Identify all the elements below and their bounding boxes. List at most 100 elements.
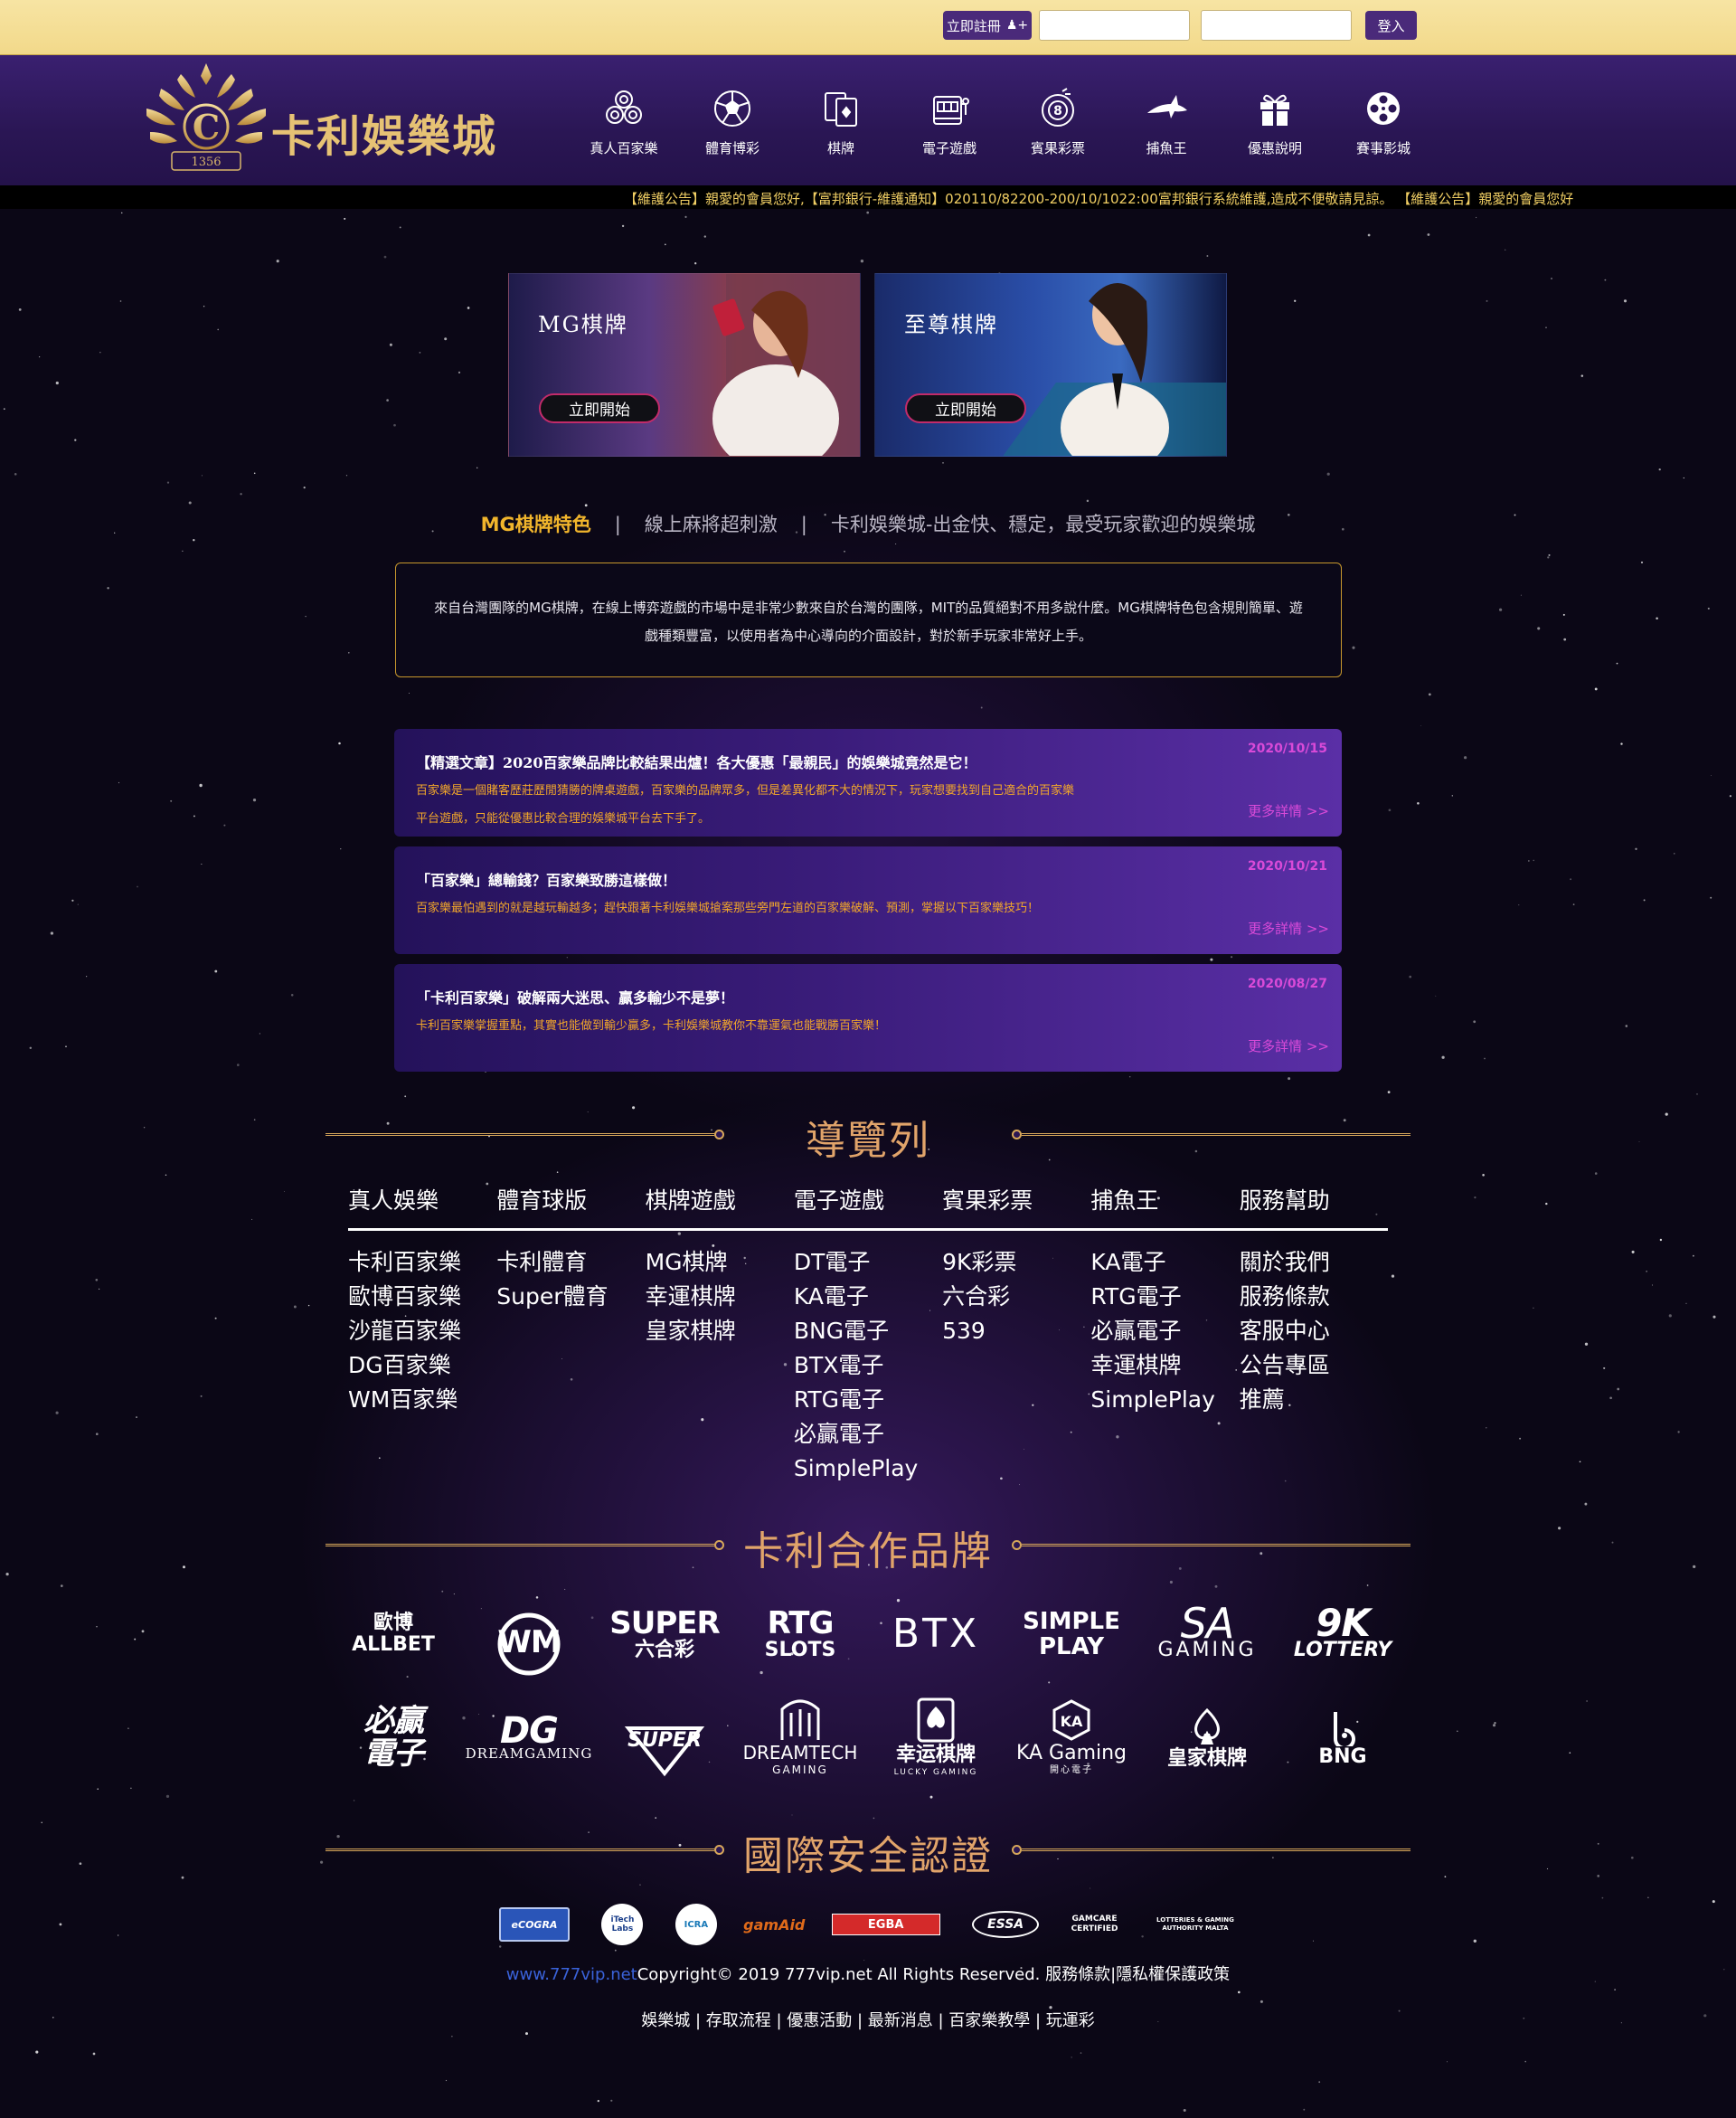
star (5, 1572, 9, 1576)
star (1303, 2108, 1306, 2111)
star (444, 337, 448, 341)
more-details-link[interactable]: 更多詳情 >> (1248, 1036, 1329, 1055)
sitemap-link[interactable]: 公告專區 (1240, 1348, 1388, 1383)
sitemap-link[interactable]: 關於我們 (1240, 1245, 1388, 1280)
brand-logo-rtg: RTG SLOTS (732, 1589, 868, 1679)
nav-sports[interactable]: 體育博彩 (678, 86, 787, 167)
site-link[interactable]: www.777vip.net (506, 1965, 637, 1984)
section-title: 國際安全認證 (743, 1833, 993, 1879)
nav-promotions[interactable]: 優惠說明 (1221, 86, 1329, 167)
sitemap-link[interactable]: 歐博百家樂 (348, 1280, 496, 1314)
star (1492, 1724, 1496, 1727)
star (445, 2079, 448, 2082)
sitemap-link[interactable]: SimplePlay (1090, 1383, 1239, 1417)
sitemap-link[interactable]: 必贏電子 (794, 1417, 942, 1451)
sitemap-link[interactable]: KA電子 (794, 1280, 942, 1314)
star (383, 255, 387, 259)
sitemap-link[interactable]: RTG電子 (1090, 1280, 1239, 1314)
nav-slots[interactable]: 電子遊戲 (895, 86, 1004, 167)
sitemap-link[interactable]: 幸運棋牌 (1090, 1348, 1239, 1383)
sitemap-link[interactable]: 卡利百家樂 (348, 1245, 496, 1280)
divider-line (1022, 1133, 1410, 1136)
start-button[interactable]: 立即開始 (905, 393, 1026, 423)
star (1520, 594, 1522, 596)
mg-cards-banner[interactable]: MG棋牌 立即開始 (508, 273, 861, 457)
sitemap-link[interactable]: 服務條款 (1240, 1280, 1388, 1314)
password-input[interactable] (1201, 10, 1352, 41)
nav-cards[interactable]: 棋牌 (787, 86, 895, 167)
star (1601, 1896, 1604, 1899)
sitemap-link[interactable]: 沙龍百家樂 (348, 1314, 496, 1348)
star (74, 439, 77, 441)
announcement-marquee: 【維護公告】親愛的會員您好,【富邦銀行-維護通知】020110/82200-20… (0, 185, 1736, 209)
more-details-link[interactable]: 更多詳情 >> (1248, 919, 1329, 938)
star (929, 1795, 933, 1799)
star (1656, 617, 1658, 620)
sitemap-link[interactable]: 客服中心 (1240, 1314, 1388, 1348)
star (14, 473, 17, 476)
star (1640, 561, 1644, 563)
star (458, 371, 461, 374)
login-button[interactable]: 登入 (1365, 11, 1417, 40)
article-title[interactable]: 【精選文章】2020百家樂品牌比較結果出爐！各大優惠「最親民」的娛樂城竟然是它！ (416, 751, 977, 772)
star (980, 706, 983, 709)
intro-box: 來自台灣團隊的MG棋牌，在線上博弈遊戲的市場中是非常少數來自於台灣的團隊，MIT… (395, 563, 1342, 677)
star (1677, 1431, 1680, 1433)
register-label: 立即註冊 (946, 17, 1001, 34)
logo-text: 卡利娛樂城 (271, 111, 498, 162)
sitemap-link[interactable]: 539 (942, 1314, 1090, 1348)
sitemap-link[interactable]: DG百家樂 (348, 1348, 496, 1383)
article-desc: 卡利百家樂掌握重點，其實也能做到輸少贏多，卡利娛樂城教你不靠運氣也能戰勝百家樂！ (416, 1019, 887, 1033)
star (1518, 904, 1520, 906)
star (252, 798, 257, 802)
sitemap-link[interactable]: DT電子 (794, 1245, 942, 1280)
more-details-link[interactable]: 更多詳情 >> (1248, 801, 1329, 820)
sitemap-link[interactable]: KA電子 (1090, 1245, 1239, 1280)
brand-main: WM (497, 1624, 561, 1660)
footer-links[interactable]: 娛樂城 | 存取流程 | 優惠活動 | 最新消息 | 百家樂教學 | 玩運彩 (0, 2008, 1736, 2031)
sitemap-link[interactable]: Super體育 (496, 1280, 645, 1314)
nav-fishing[interactable]: 捕魚王 (1112, 86, 1221, 167)
sitemap-link[interactable]: BNG電子 (794, 1314, 942, 1348)
star (193, 538, 195, 542)
sitemap-link[interactable]: WM百家樂 (348, 1383, 496, 1417)
sitemap-link[interactable]: RTG電子 (794, 1383, 942, 1417)
article-title[interactable]: 「卡利百家樂」破解兩大迷思、贏多輸少不是夢！ (416, 986, 734, 1007)
article-title[interactable]: 「百家樂」總輸錢？百家樂致勝這樣做！ (416, 868, 676, 890)
film-reel-icon (1367, 92, 1400, 125)
sitemap-link[interactable]: 9K彩票 (942, 1245, 1090, 1280)
username-input[interactable] (1039, 10, 1190, 41)
supreme-cards-banner[interactable]: 至尊棋牌 立即開始 (874, 273, 1227, 457)
brand-logo-lucky-gaming: 幸运棋牌 LUCKY GAMING (868, 1692, 1004, 1782)
register-button[interactable]: 立即註冊 ♟+ (943, 11, 1032, 40)
star (1623, 299, 1628, 303)
star (1417, 802, 1420, 805)
sitemap-link[interactable]: 六合彩 (942, 1280, 1090, 1314)
nav-sports-cinema[interactable]: 賽事影城 (1329, 86, 1438, 167)
article-card[interactable]: 2020/08/27 「卡利百家樂」破解兩大迷思、贏多輸少不是夢！ 卡利百家樂掌… (394, 964, 1342, 1072)
sitemap-link[interactable]: 卡利體育 (496, 1245, 645, 1280)
star (1473, 1939, 1477, 1943)
article-card[interactable]: 2020/10/21 「百家樂」總輸錢？百家樂致勝這樣做！ 百家樂最怕遇到的就是… (394, 846, 1342, 954)
star (1457, 1730, 1458, 1732)
sitemap-link[interactable]: 必贏電子 (1090, 1314, 1239, 1348)
star (1288, 1077, 1291, 1081)
star (1441, 1055, 1445, 1059)
cards-icon (825, 92, 857, 127)
sitemap-link[interactable]: SimplePlay (794, 1451, 942, 1486)
nav-lottery[interactable]: 8 賓果彩票 (1004, 86, 1112, 167)
sitemap-link[interactable]: 皇家棋牌 (646, 1314, 794, 1348)
star (96, 1626, 98, 1628)
sitemap-link[interactable]: MG棋牌 (646, 1245, 794, 1280)
sitemap-link[interactable]: 推薦 (1240, 1383, 1388, 1417)
brand-main: KA Gaming (1015, 1742, 1127, 1764)
sitemap-column: MG棋牌 幸運棋牌 皇家棋牌 (646, 1245, 794, 1486)
sitemap-link[interactable]: BTX電子 (794, 1348, 942, 1383)
star (251, 1218, 253, 1220)
spade-card-icon (917, 1697, 955, 1743)
start-button[interactable]: 立即開始 (539, 393, 660, 423)
article-card[interactable]: 2020/10/15 【精選文章】2020百家樂品牌比較結果出爐！各大優惠「最親… (394, 729, 1342, 837)
star (1499, 608, 1503, 611)
sitemap-link[interactable]: 幸運棋牌 (646, 1280, 794, 1314)
nav-live-baccarat[interactable]: 真人百家樂 (570, 86, 678, 167)
